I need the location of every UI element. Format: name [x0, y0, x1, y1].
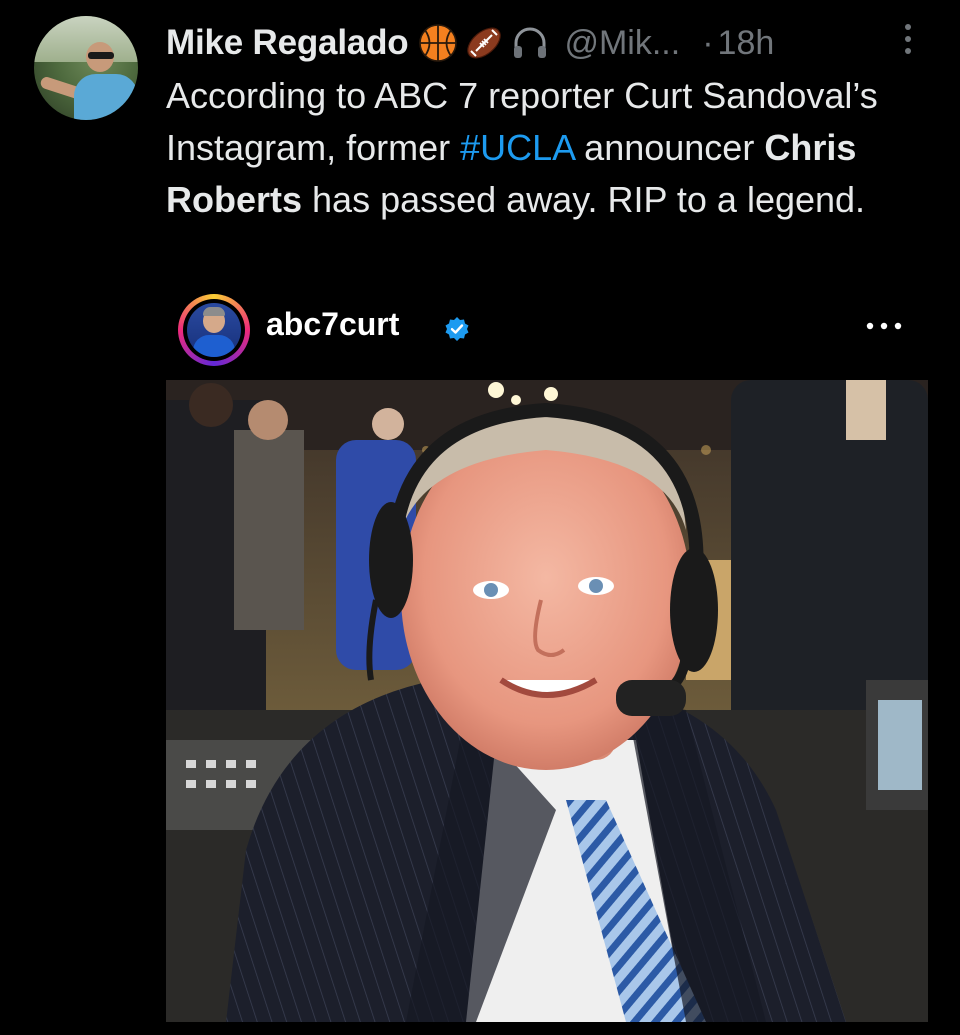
author-avatar[interactable] — [34, 16, 138, 120]
embedded-post-header: abc7curt — [166, 292, 926, 368]
embedded-more-options-icon[interactable] — [864, 320, 904, 332]
post-timestamp[interactable]: 18h — [718, 24, 775, 63]
meta-separator: · — [702, 23, 714, 62]
headphones-icon — [514, 27, 547, 58]
author-display-name[interactable]: Mike Regalado — [166, 23, 409, 63]
embedded-username[interactable]: abc7curt — [266, 306, 399, 343]
author-handle[interactable]: @Mik... — [564, 24, 680, 63]
football-icon — [467, 27, 502, 59]
tweet-text-part2: announcer — [574, 127, 765, 168]
verified-badge-icon — [445, 317, 469, 341]
tweet-header: Mike Regalado @Mik... · 18h — [166, 18, 926, 68]
basketball-icon — [419, 24, 458, 62]
embedded-post-photo[interactable] — [166, 380, 928, 1022]
photo-illustration — [166, 380, 928, 1022]
tweet[interactable]: Mike Regalado @Mik... · 18h According to… — [0, 0, 960, 1035]
tweet-text: According to ABC 7 reporter Curt Sandova… — [166, 70, 906, 226]
embedded-author-avatar[interactable] — [178, 294, 250, 366]
author-badges — [418, 23, 556, 63]
more-options-icon[interactable] — [898, 22, 918, 56]
tweet-text-part3: has passed away. RIP to a legend. — [302, 179, 866, 220]
hashtag-link[interactable]: #UCLA — [460, 127, 574, 168]
